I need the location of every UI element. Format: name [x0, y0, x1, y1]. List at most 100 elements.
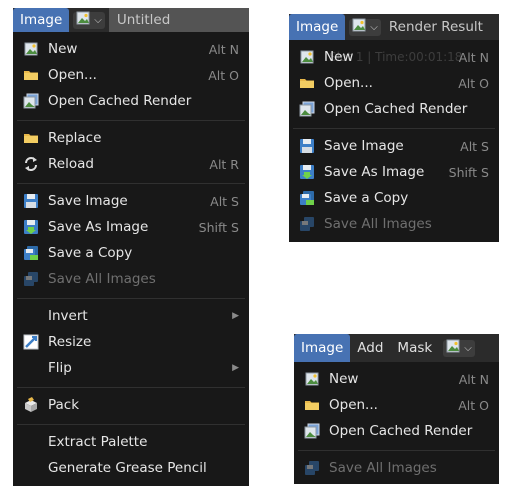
image-menu-panel-mask-mode: Image Add Mask ⌵ New Alt N Open... Alt O…	[294, 334, 499, 484]
menu-item-open-cached-render[interactable]: Open Cached Render	[294, 418, 499, 444]
image-new-icon	[304, 371, 320, 387]
submenu-arrow-icon: ▶	[232, 363, 239, 373]
menu-item-new[interactable]: New Alt N	[13, 36, 249, 62]
menu-item-open-cached-render[interactable]: Open Cached Render	[289, 96, 499, 122]
save-as-icon	[23, 219, 39, 235]
menu-item-label: New	[48, 41, 78, 57]
image-name-label: Untitled	[116, 12, 171, 28]
menu-item-open[interactable]: Open... Alt O	[13, 62, 249, 88]
reload-icon	[23, 156, 39, 172]
save-all-icon	[304, 460, 320, 476]
image-menu-tab-label: Image	[296, 19, 339, 35]
menu-separator	[17, 387, 245, 388]
menu-item-save-as-image[interactable]: Save As Image Shift S	[13, 214, 249, 240]
chevron-down-icon: ⌵	[464, 342, 472, 354]
menu-item-shortcut: Shift S	[198, 219, 239, 235]
add-menu-tab[interactable]: Add	[350, 334, 390, 362]
folder-icon	[23, 67, 39, 83]
save-icon	[23, 193, 39, 209]
menu-item-new[interactable]: New Alt N	[294, 366, 499, 392]
menu-item-pack[interactable]: Pack	[13, 392, 249, 418]
menu-item-save-all-images: Save All Images	[289, 211, 499, 237]
menu-item-shortcut: Alt O	[458, 397, 489, 413]
menu-item-shortcut: Shift S	[448, 164, 489, 180]
menu-item-shortcut: Alt O	[208, 67, 239, 83]
menu-item-label: Open...	[324, 75, 373, 91]
add-menu-tab-label: Add	[357, 340, 384, 356]
menu-item-label: Open Cached Render	[48, 93, 192, 109]
menu-item-label: Save a Copy	[48, 245, 133, 261]
cached-render-icon	[304, 423, 320, 439]
menu-item-shortcut: Alt S	[460, 138, 489, 154]
cached-render-icon	[299, 101, 315, 117]
image-menu-tab-label: Image	[20, 12, 63, 28]
mask-menu-tab[interactable]: Mask	[390, 334, 439, 362]
folder-icon	[299, 75, 315, 91]
menu-item-shortcut: Alt S	[210, 193, 239, 209]
menu-item-label: Open...	[48, 67, 97, 83]
save-all-icon	[299, 216, 315, 232]
image-icon	[446, 339, 462, 357]
menu-separator	[17, 120, 245, 121]
menu-item-save-as-image[interactable]: Save As Image Shift S	[289, 159, 499, 185]
image-browse-dropdown[interactable]: ⌵	[73, 11, 105, 29]
cached-render-icon	[23, 93, 39, 109]
menu-item-label: Save All Images	[324, 216, 432, 232]
menu-item-generate-grease-pencil[interactable]: Generate Grease Pencil	[13, 455, 249, 481]
menu-separator	[17, 183, 245, 184]
image-menu-tab[interactable]: Image	[289, 14, 346, 40]
menu-item-open-cached-render[interactable]: Open Cached Render	[13, 88, 249, 114]
image-browse-dropdown[interactable]: ⌵	[443, 339, 475, 357]
chevron-down-icon: ⌵	[94, 14, 102, 26]
menu-item-new[interactable]: New Alt N	[289, 44, 499, 70]
menu-separator	[298, 450, 495, 451]
menu-item-label: Pack	[48, 397, 80, 413]
image-menu-panel-render-result: Image ⌵ Render Result Slot 1 | Time:00:0…	[289, 14, 499, 242]
menu-item-label: Save All Images	[329, 460, 437, 476]
menu-item-shortcut: Alt O	[458, 75, 489, 91]
menu-item-label: Save Image	[48, 193, 128, 209]
image-menu-tab[interactable]: Image	[294, 334, 351, 362]
menu-item-label: Flip	[48, 360, 72, 376]
menu-item-label: New	[329, 371, 359, 387]
menu-item-reload[interactable]: Reload Alt R	[13, 151, 249, 177]
menu-item-label: Save As Image	[48, 219, 149, 235]
menu-item-save-a-copy[interactable]: Save a Copy	[13, 240, 249, 266]
menu-item-replace[interactable]: Replace	[13, 125, 249, 151]
menu-separator	[17, 424, 245, 425]
menu-item-open[interactable]: Open... Alt O	[289, 70, 499, 96]
menu-item-label: Generate Grease Pencil	[48, 460, 207, 476]
menu-item-extract-palette[interactable]: Extract Palette	[13, 429, 249, 455]
menu-item-flip[interactable]: Flip ▶	[13, 355, 249, 381]
image-name-field[interactable]: Untitled	[108, 8, 249, 32]
menu-item-shortcut: Alt R	[209, 156, 239, 172]
menu-item-label: Save All Images	[48, 271, 156, 287]
submenu-arrow-icon: ▶	[232, 311, 239, 321]
image-icon	[352, 18, 368, 36]
image-name-label: Render Result	[385, 19, 491, 35]
image-browse-dropdown[interactable]: ⌵	[349, 18, 381, 36]
menu-item-label: Extract Palette	[48, 434, 148, 450]
menu-separator	[293, 128, 495, 129]
save-copy-icon	[23, 245, 39, 261]
menu-item-label: New	[324, 49, 354, 65]
menu-item-save-image[interactable]: Save Image Alt S	[289, 133, 499, 159]
save-icon	[299, 138, 315, 154]
image-new-icon	[23, 41, 39, 57]
menu-item-invert[interactable]: Invert ▶	[13, 303, 249, 329]
menu-item-label: Invert	[48, 308, 88, 324]
menu-item-label: Reload	[48, 156, 94, 172]
mask-menu-tab-label: Mask	[397, 340, 433, 356]
image-menu-panel-untitled: Image ⌵ Untitled New Alt N Open... Alt O…	[13, 8, 249, 486]
menu-item-save-image[interactable]: Save Image Alt S	[13, 188, 249, 214]
menu-item-open[interactable]: Open... Alt O	[294, 392, 499, 418]
menu-item-resize[interactable]: Resize	[13, 329, 249, 355]
image-menu-tab[interactable]: Image	[13, 8, 70, 32]
menu-item-label: Save Image	[324, 138, 404, 154]
save-copy-icon	[299, 190, 315, 206]
menu-item-save-all-images: Save All Images	[294, 455, 499, 481]
chevron-down-icon: ⌵	[370, 21, 378, 33]
image-menu-tab-label: Image	[301, 340, 344, 356]
menu-item-label: Replace	[48, 130, 102, 146]
menu-item-save-a-copy[interactable]: Save a Copy	[289, 185, 499, 211]
